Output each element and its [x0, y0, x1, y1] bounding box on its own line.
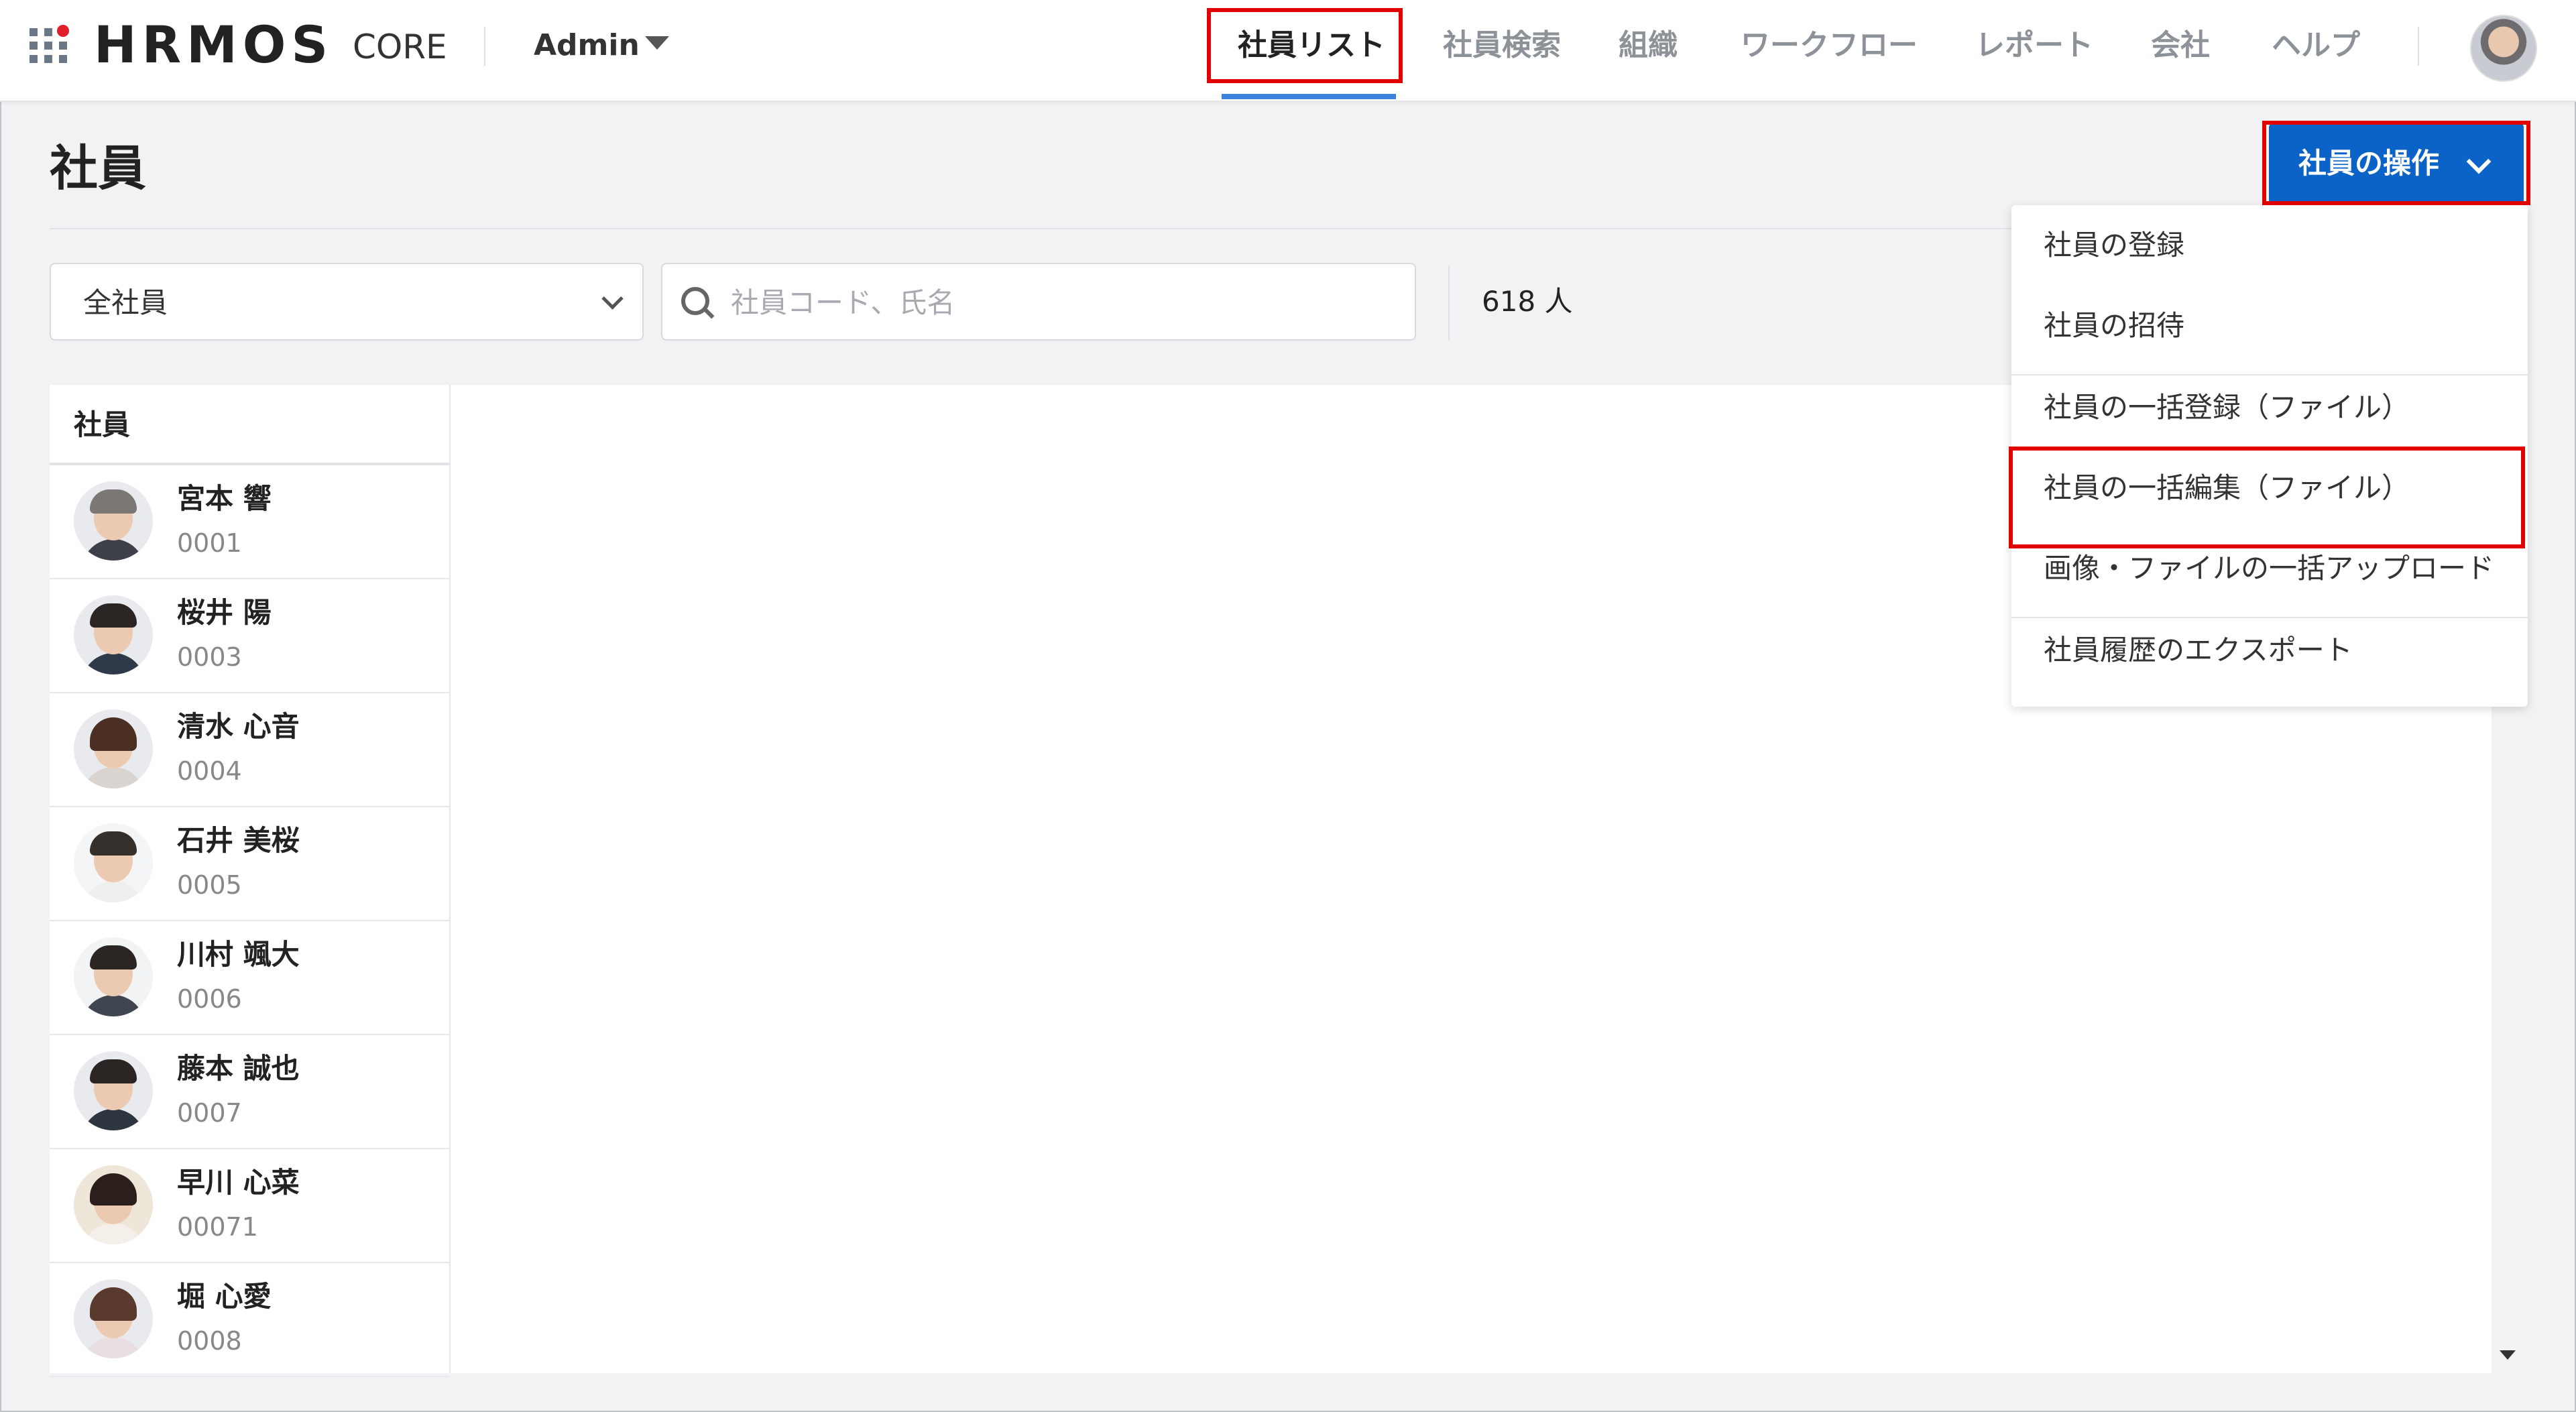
employee-name: 桜井 陽 [177, 596, 272, 629]
employee-avatar [74, 823, 153, 902]
nav-organization[interactable]: 組織 [1619, 25, 1678, 66]
employee-name: 藤本 誠也 [177, 1052, 300, 1085]
employee-code: 0001 [177, 528, 242, 558]
employee-count: 618 人 [1482, 285, 1573, 318]
menu-item-label: 社員履歴のエクスポート [2044, 634, 2353, 666]
employee-row[interactable]: 石井 美桜 0005 [50, 806, 449, 921]
product-name: CORE [353, 27, 447, 66]
menu-item-register-employee[interactable]: 社員の登録 [2011, 205, 2528, 286]
menu-item-label: 社員の登録 [2044, 229, 2185, 261]
employee-avatar [74, 1051, 153, 1130]
nav-help[interactable]: ヘルプ [2272, 25, 2360, 66]
employee-avatar [74, 481, 153, 561]
employee-name: 川村 颯大 [177, 938, 300, 971]
divider [484, 27, 485, 66]
employee-code: 0007 [177, 1098, 242, 1128]
chevron-down-icon[interactable] [645, 36, 669, 50]
employee-avatar [74, 1279, 153, 1358]
menu-item-label: 画像・ファイルの一括アップロード [2044, 552, 2495, 585]
employee-avatar [74, 1165, 153, 1244]
page-title: 社員 [50, 140, 147, 196]
employee-name: 堀 心愛 [177, 1280, 272, 1313]
highlight-frame-nav [1207, 8, 1403, 83]
employee-code: 0006 [177, 984, 242, 1014]
employee-group-value: 全社員 [83, 286, 168, 319]
menu-item-label: 社員の一括登録（ファイル） [2044, 391, 2410, 424]
employee-avatar [74, 937, 153, 1016]
nav-employee-search[interactable]: 社員検索 [1443, 25, 1561, 66]
employee-name: 早川 心菜 [177, 1166, 300, 1199]
nav-workflow[interactable]: ワークフロー [1741, 25, 1918, 66]
menu-item-export-history[interactable]: 社員履歴のエクスポート [2011, 610, 2528, 691]
menu-item-label: 社員の招待 [2044, 309, 2185, 342]
divider [2418, 27, 2419, 66]
employee-avatar [74, 595, 153, 674]
employee-row[interactable]: 川村 颯大 0006 [50, 920, 449, 1035]
employee-name: 石井 美桜 [177, 824, 300, 857]
app-logo[interactable]: HRMOS [94, 15, 333, 75]
employee-list: 社員 宮本 響 0001 桜井 陽 0003 清水 心音 0004 石井 美桜 … [50, 385, 451, 1377]
employee-code: 0004 [177, 756, 242, 786]
employee-code: 00071 [177, 1212, 258, 1242]
menu-item-bulk-register[interactable]: 社員の一括登録（ファイル） [2011, 367, 2528, 448]
search-box[interactable] [661, 263, 1416, 341]
employee-name: 清水 心音 [177, 710, 300, 743]
employee-avatar [74, 709, 153, 788]
employee-list-header-label: 社員 [74, 408, 131, 441]
employee-code: 0005 [177, 870, 242, 900]
employee-group-select[interactable]: 全社員 [50, 263, 644, 341]
search-icon-handle [703, 307, 715, 319]
employee-name: 宮本 響 [177, 482, 272, 515]
employee-row[interactable]: 宮本 響 0001 [50, 464, 449, 579]
highlight-frame-menu-item [2009, 447, 2525, 548]
employee-row[interactable]: 早川 心菜 00071 [50, 1148, 449, 1263]
divider [1448, 266, 1450, 341]
user-avatar[interactable] [2470, 15, 2537, 82]
nav-report[interactable]: レポート [1975, 25, 2093, 66]
employee-row[interactable]: 藤本 誠也 0007 [50, 1034, 449, 1149]
top-navigation-bar: HRMOS CORE Admin 社員リスト 社員検索 組織 ワークフロー レポ… [0, 0, 2576, 102]
employee-code: 0008 [177, 1326, 242, 1356]
chevron-down-icon [601, 288, 624, 310]
scroll-down-arrow-icon[interactable] [2500, 1350, 2516, 1360]
employee-code: 0003 [177, 642, 242, 672]
search-input[interactable] [729, 282, 1389, 323]
grid-apps-icon[interactable] [30, 24, 70, 64]
employee-list-header: 社員 [50, 385, 449, 465]
workspace-switcher[interactable]: Admin [534, 25, 640, 66]
employee-row[interactable]: 堀 心愛 0008 [50, 1262, 449, 1377]
highlight-frame-actions [2262, 121, 2530, 205]
employee-row[interactable]: 桜井 陽 0003 [50, 578, 449, 693]
employee-row[interactable]: 清水 心音 0004 [50, 692, 449, 807]
active-tab-indicator [1222, 94, 1396, 99]
menu-item-invite-employee[interactable]: 社員の招待 [2011, 286, 2528, 366]
nav-company[interactable]: 会社 [2151, 25, 2210, 66]
